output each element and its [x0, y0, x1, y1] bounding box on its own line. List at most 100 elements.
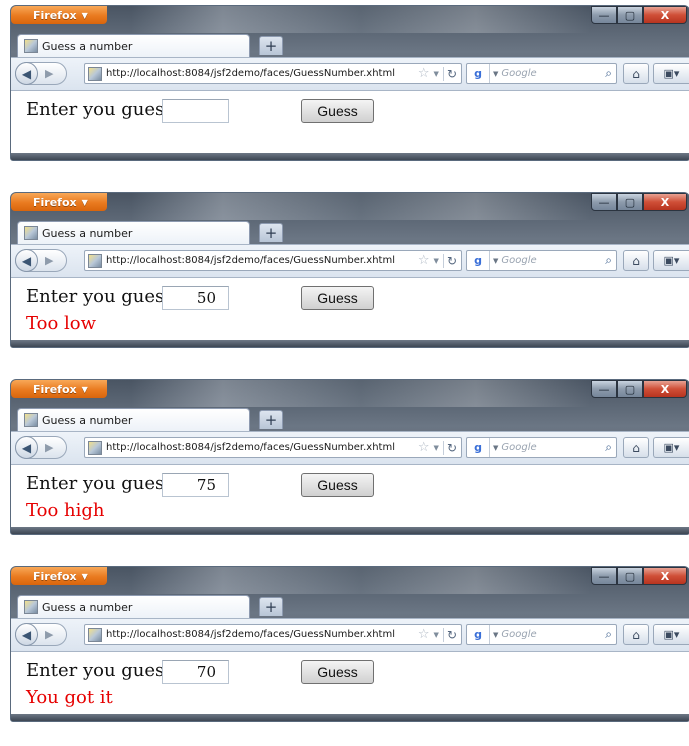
search-input[interactable]: Google — [501, 68, 605, 79]
google-icon[interactable]: g — [467, 64, 490, 83]
guess-prompt-label: Enter you guess: — [26, 286, 180, 307]
guess-button[interactable]: Guess — [301, 99, 374, 123]
reload-icon[interactable]: ↻ — [442, 66, 457, 81]
maximize-button[interactable]: ▢ — [617, 380, 643, 398]
url-text[interactable]: http://localhost:8084/jsf2demo/faces/Gue… — [106, 255, 418, 266]
bookmarks-icon[interactable]: ▣▾ — [653, 437, 689, 458]
search-input[interactable]: Google — [501, 255, 605, 266]
search-input[interactable]: Google — [501, 629, 605, 640]
firefox-menu-label: Firefox — [33, 569, 77, 583]
address-bar[interactable]: http://localhost:8084/jsf2demo/faces/Gue… — [84, 250, 462, 271]
maximize-button[interactable]: ▢ — [617, 193, 643, 211]
star-icon[interactable]: ☆ — [418, 627, 430, 642]
url-text[interactable]: http://localhost:8084/jsf2demo/faces/Gue… — [106, 442, 418, 453]
google-icon[interactable]: g — [467, 251, 490, 270]
address-bar[interactable]: http://localhost:8084/jsf2demo/faces/Gue… — [84, 63, 462, 84]
address-bar[interactable]: http://localhost:8084/jsf2demo/faces/Gue… — [84, 437, 462, 458]
tab-guess-a-number[interactable]: Guess a number — [17, 34, 250, 57]
search-engine-dropdown-icon[interactable]: ▼ — [493, 70, 498, 78]
search-bar[interactable]: g ▼ Google ⌕ — [466, 250, 617, 271]
magnifier-icon[interactable]: ⌕ — [605, 253, 616, 268]
search-bar[interactable]: g ▼ Google ⌕ — [466, 437, 617, 458]
history-dropdown-icon[interactable]: ▼ — [434, 70, 439, 78]
guess-input[interactable] — [162, 660, 229, 684]
star-icon[interactable]: ☆ — [418, 253, 430, 268]
close-button[interactable]: X — [643, 567, 687, 585]
window-controls: — ▢ X — [591, 6, 687, 24]
new-tab-button[interactable]: + — [259, 410, 283, 429]
maximize-button[interactable]: ▢ — [617, 567, 643, 585]
magnifier-icon[interactable]: ⌕ — [605, 440, 616, 455]
minimize-button[interactable]: — — [591, 380, 617, 398]
history-dropdown-icon[interactable]: ▼ — [434, 444, 439, 452]
address-bar[interactable]: http://localhost:8084/jsf2demo/faces/Gue… — [84, 624, 462, 645]
forward-arrow-icon[interactable]: ▶ — [45, 441, 53, 454]
search-engine-dropdown-icon[interactable]: ▼ — [493, 631, 498, 639]
history-dropdown-icon[interactable]: ▼ — [434, 631, 439, 639]
close-button[interactable]: X — [643, 6, 687, 24]
reload-icon[interactable]: ↻ — [442, 627, 457, 642]
tab-guess-a-number[interactable]: Guess a number — [17, 595, 250, 618]
new-tab-button[interactable]: + — [259, 597, 283, 616]
bookmarks-icon[interactable]: ▣▾ — [653, 624, 689, 645]
new-tab-button[interactable]: + — [259, 36, 283, 55]
minimize-button[interactable]: — — [591, 6, 617, 24]
search-engine-dropdown-icon[interactable]: ▼ — [493, 257, 498, 265]
guess-input[interactable] — [162, 473, 229, 497]
url-text[interactable]: http://localhost:8084/jsf2demo/faces/Gue… — [106, 68, 418, 79]
reload-icon[interactable]: ↻ — [442, 440, 457, 455]
url-text[interactable]: http://localhost:8084/jsf2demo/faces/Gue… — [106, 629, 418, 640]
firefox-menu-button[interactable]: Firefox ▼ — [11, 193, 107, 211]
tab-guess-a-number[interactable]: Guess a number — [17, 408, 250, 431]
star-icon[interactable]: ☆ — [418, 440, 430, 455]
google-icon[interactable]: g — [467, 625, 490, 644]
site-identity-icon — [88, 253, 102, 268]
home-icon[interactable]: ⌂ — [623, 624, 649, 645]
browser-window-1: Firefox ▼ — ▢ X Guess a number + ◀ ▶ htt… — [10, 5, 689, 161]
bookmarks-icon[interactable]: ▣▾ — [653, 250, 689, 271]
google-icon[interactable]: g — [467, 438, 490, 457]
home-icon[interactable]: ⌂ — [623, 250, 649, 271]
home-icon[interactable]: ⌂ — [623, 437, 649, 458]
minimize-button[interactable]: — — [591, 567, 617, 585]
firefox-menu-button[interactable]: Firefox ▼ — [11, 567, 107, 585]
search-input[interactable]: Google — [501, 442, 605, 453]
search-engine-dropdown-icon[interactable]: ▼ — [493, 444, 498, 452]
tab-guess-a-number[interactable]: Guess a number — [17, 221, 250, 244]
new-tab-button[interactable]: + — [259, 223, 283, 242]
close-button[interactable]: X — [643, 193, 687, 211]
guess-button[interactable]: Guess — [301, 286, 374, 310]
reload-icon[interactable]: ↻ — [442, 253, 457, 268]
site-identity-icon — [88, 627, 102, 642]
magnifier-icon[interactable]: ⌕ — [605, 66, 616, 81]
tab-title: Guess a number — [42, 600, 133, 614]
back-arrow-icon[interactable]: ◀ — [15, 62, 38, 85]
back-arrow-icon[interactable]: ◀ — [15, 249, 38, 272]
search-bar[interactable]: g ▼ Google ⌕ — [466, 63, 617, 84]
browser-window-3: Firefox ▼ — ▢ X Guess a number + ◀ ▶ htt… — [10, 379, 689, 535]
magnifier-icon[interactable]: ⌕ — [605, 627, 616, 642]
search-bar[interactable]: g ▼ Google ⌕ — [466, 624, 617, 645]
back-arrow-icon[interactable]: ◀ — [15, 623, 38, 646]
back-arrow-icon[interactable]: ◀ — [15, 436, 38, 459]
guess-button[interactable]: Guess — [301, 660, 374, 684]
window-controls: — ▢ X — [591, 193, 687, 211]
forward-arrow-icon[interactable]: ▶ — [45, 254, 53, 267]
guess-input[interactable] — [162, 99, 229, 123]
firefox-menu-label: Firefox — [33, 195, 77, 209]
firefox-menu-button[interactable]: Firefox ▼ — [11, 6, 107, 24]
forward-arrow-icon[interactable]: ▶ — [45, 628, 53, 641]
star-icon[interactable]: ☆ — [418, 66, 430, 81]
bookmarks-icon[interactable]: ▣▾ — [653, 63, 689, 84]
back-forward-group: ◀ ▶ — [15, 249, 67, 272]
close-button[interactable]: X — [643, 380, 687, 398]
tab-title: Guess a number — [42, 226, 133, 240]
guess-button[interactable]: Guess — [301, 473, 374, 497]
maximize-button[interactable]: ▢ — [617, 6, 643, 24]
firefox-menu-button[interactable]: Firefox ▼ — [11, 380, 107, 398]
minimize-button[interactable]: — — [591, 193, 617, 211]
home-icon[interactable]: ⌂ — [623, 63, 649, 84]
history-dropdown-icon[interactable]: ▼ — [434, 257, 439, 265]
guess-input[interactable] — [162, 286, 229, 310]
forward-arrow-icon[interactable]: ▶ — [45, 67, 53, 80]
